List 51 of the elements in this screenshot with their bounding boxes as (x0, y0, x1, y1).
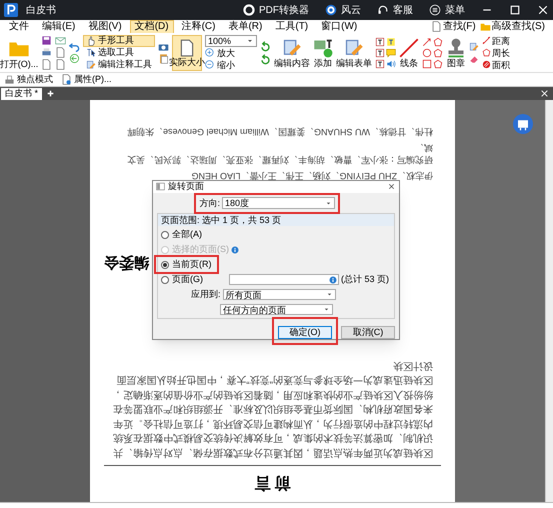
search-button[interactable]: 高级查找(S) (480, 20, 545, 32)
field-label: 方向: (199, 196, 220, 210)
names-line: 杜伟、甘德栋、WU SHUANG、姜耀国、William Michael Genovese、朱朝晖 (126, 126, 433, 138)
body-paragraph: 区块链成为近两年热点话题，因其通过分布式数据存储、点对点传输、共识机制、加密算法等技术的集成，可有效解决传统交易模式中数据在系统内流转过程中的造假行为，从而构建可信交易环境，打造可信社会。近年来各国政府机构、国际货币基金组织以及标准、开源组织和产业联盟等在纷纷投入区块链产业的快速和应用，随着区块链的产业价值的逐渐确定，区块链迅速成为一场全球参与竞逐的“竞技”大赛，中国也开始从国家层面设计区块 (112, 359, 433, 459)
toolbar-button[interactable]: 属性(P)... (61, 74, 112, 85)
measure-button[interactable]: 面积 (482, 58, 510, 70)
radio-option[interactable]: 全部(A) (161, 229, 202, 240)
toolbar-button[interactable]: 独点模式 (4, 74, 53, 85)
section-heading: 编委会 (104, 253, 149, 274)
search-button[interactable]: 查找(F) (430, 20, 476, 32)
title-bar-button[interactable]: 客服 (377, 2, 413, 18)
orientation-dropdown[interactable]: 任何方向的页面 (220, 304, 333, 315)
dialog-title: 旋转页面 (168, 181, 204, 192)
menu-item[interactable]: 编辑(E) (37, 20, 80, 34)
group-caption: 页面范围: 选中 1 页，共 53 页 (158, 214, 394, 226)
zoom-field[interactable]: 100% (205, 34, 257, 46)
names-line: 研究编写：张小军、曹敏、胡海丰、刘再耀、张亚亮、周瑞达、郭兴民、吴文斌、 (126, 142, 433, 166)
names-line: 伊志权、ZHU PEIYING、刘杨、王伟、王小蕾、LIAO HENG (190, 170, 433, 182)
ribbon-button[interactable]: 添加 (313, 38, 333, 68)
ribbon-button[interactable]: 编辑表单 (336, 38, 372, 68)
menu-item[interactable]: 视图(V) (83, 20, 127, 34)
ok-button[interactable]: 确定(O) (278, 326, 332, 339)
direction-dropdown[interactable]: 180度 (222, 197, 335, 210)
tool-button[interactable]: 编辑注释工具 (83, 58, 155, 70)
total-label: (总计 53 页) (341, 274, 390, 285)
radio-option[interactable]: 当前页(R) (161, 259, 212, 270)
measure-button[interactable]: 周长 (482, 46, 510, 58)
menu-item[interactable]: 注释(C) (176, 20, 220, 34)
menu-item[interactable]: 文档(D) (130, 20, 174, 34)
window-title: 白皮书 (26, 4, 56, 18)
menu-item[interactable]: 窗口(W) (316, 20, 362, 34)
measure-button[interactable]: 距离 (482, 34, 510, 46)
menu-item[interactable]: 表单(R) (223, 20, 268, 34)
title-bar-button[interactable]: PDF转换器 (243, 2, 309, 18)
zoom-button[interactable]: 放大 (205, 48, 257, 58)
menu-item[interactable]: 工具(T) (270, 20, 314, 34)
zoom-button[interactable]: 缩小 (205, 60, 257, 70)
document-tab[interactable]: 白皮书 * (1, 88, 42, 100)
cancel-button[interactable]: 取消(C) (341, 326, 395, 339)
menu-item[interactable]: 文件 (4, 20, 34, 34)
apply-dropdown[interactable]: 所有页面 (222, 289, 336, 300)
line-button[interactable]: 线条 (399, 38, 419, 68)
page-title: 前 言 (253, 473, 292, 492)
title-bar-button[interactable]: 风云 (325, 2, 361, 18)
tool-button[interactable]: 选取工具 (83, 46, 155, 58)
tool-button[interactable]: 手形工具 (83, 34, 155, 46)
title-bar-button[interactable]: 菜单 (429, 2, 465, 18)
radio-option[interactable]: 页面(G) (161, 274, 203, 285)
field-label: 应用到: (191, 289, 221, 300)
ribbon-button[interactable]: 编辑内容 (274, 38, 310, 68)
stamp-button[interactable]: 图章 (446, 38, 466, 68)
